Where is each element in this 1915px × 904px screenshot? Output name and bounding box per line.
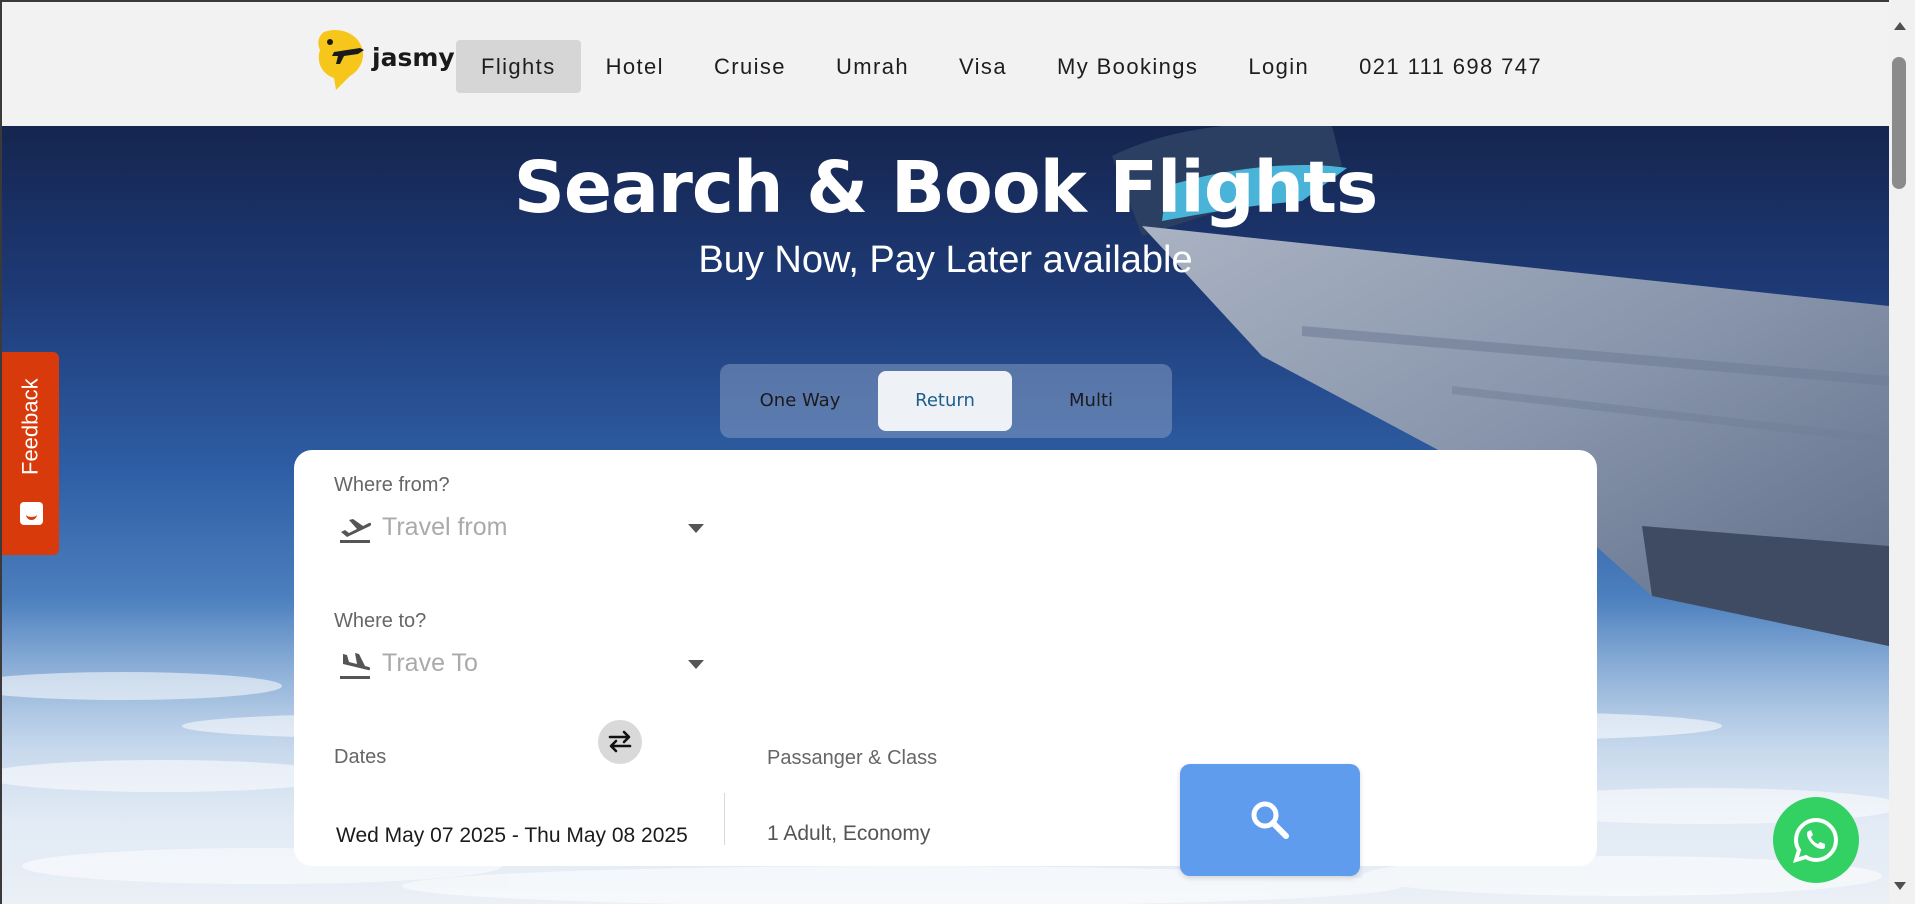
travel-from-select[interactable]: Travel from [339, 510, 704, 550]
nav-flights[interactable]: Flights [456, 40, 581, 93]
nav-phone-number[interactable]: 021 111 698 747 [1334, 40, 1567, 93]
main-nav: Flights Hotel Cruise Umrah Visa My Booki… [456, 40, 1567, 93]
whatsapp-chat-button[interactable] [1773, 797, 1859, 883]
smiley-icon [20, 502, 43, 525]
dates-field[interactable]: Wed May 07 2025 - Thu May 08 2025 [336, 824, 690, 848]
flight-search-card: Where from? Travel from Where to? Trave … [294, 450, 1597, 876]
swap-locations-button[interactable] [598, 720, 642, 764]
feedback-label: Feedback [17, 378, 43, 476]
tab-one-way[interactable]: One Way [734, 371, 866, 431]
dates-label: Dates [334, 746, 387, 768]
nav-cruise[interactable]: Cruise [689, 40, 811, 93]
page-scrollbar[interactable] [1889, 0, 1915, 904]
site-header: jasmy Flights Hotel Cruise Umrah Visa My… [2, 2, 1889, 126]
scroll-down-arrow-icon[interactable] [1894, 882, 1906, 890]
trip-type-tabs: One Way Return Multi [720, 364, 1172, 438]
hero-subtitle: Buy Now, Pay Later available [698, 239, 1193, 281]
travel-to-select[interactable]: Trave To [339, 646, 704, 686]
nav-visa[interactable]: Visa [934, 40, 1032, 93]
jasmy-logo[interactable]: jasmy [314, 28, 459, 94]
scrollbar-thumb[interactable] [1892, 57, 1906, 189]
tab-multi[interactable]: Multi [1024, 371, 1158, 431]
passenger-class-field[interactable]: 1 Adult, Economy [767, 822, 947, 846]
nav-my-bookings[interactable]: My Bookings [1032, 40, 1223, 93]
tab-return[interactable]: Return [878, 371, 1012, 431]
chevron-down-icon [688, 524, 704, 533]
swap-arrows-icon [608, 730, 632, 753]
logo-text: jasmy [372, 43, 455, 72]
whatsapp-icon [1793, 817, 1839, 863]
plane-landing-icon [340, 653, 371, 679]
chevron-down-icon [688, 660, 704, 669]
search-icon [1251, 801, 1289, 839]
passenger-class-label: Passanger & Class [767, 747, 938, 769]
travel-from-placeholder: Travel from [382, 513, 508, 541]
hero-title: Search & Book Flights [513, 146, 1379, 229]
nav-login[interactable]: Login [1223, 40, 1334, 93]
where-from-label: Where from? [334, 474, 450, 496]
travel-to-placeholder: Trave To [382, 649, 478, 677]
plane-takeoff-icon [340, 519, 371, 543]
feedback-tab[interactable]: Feedback [2, 352, 59, 555]
nav-umrah[interactable]: Umrah [811, 40, 934, 93]
nav-hotel[interactable]: Hotel [581, 40, 689, 93]
search-flights-button[interactable] [1180, 764, 1360, 876]
hero-section: Search & Book Flights Buy Now, Pay Later… [2, 126, 1889, 904]
scroll-up-arrow-icon[interactable] [1894, 22, 1906, 30]
field-divider [724, 793, 725, 845]
logo-mark-icon [318, 29, 364, 90]
where-to-label: Where to? [334, 610, 427, 632]
